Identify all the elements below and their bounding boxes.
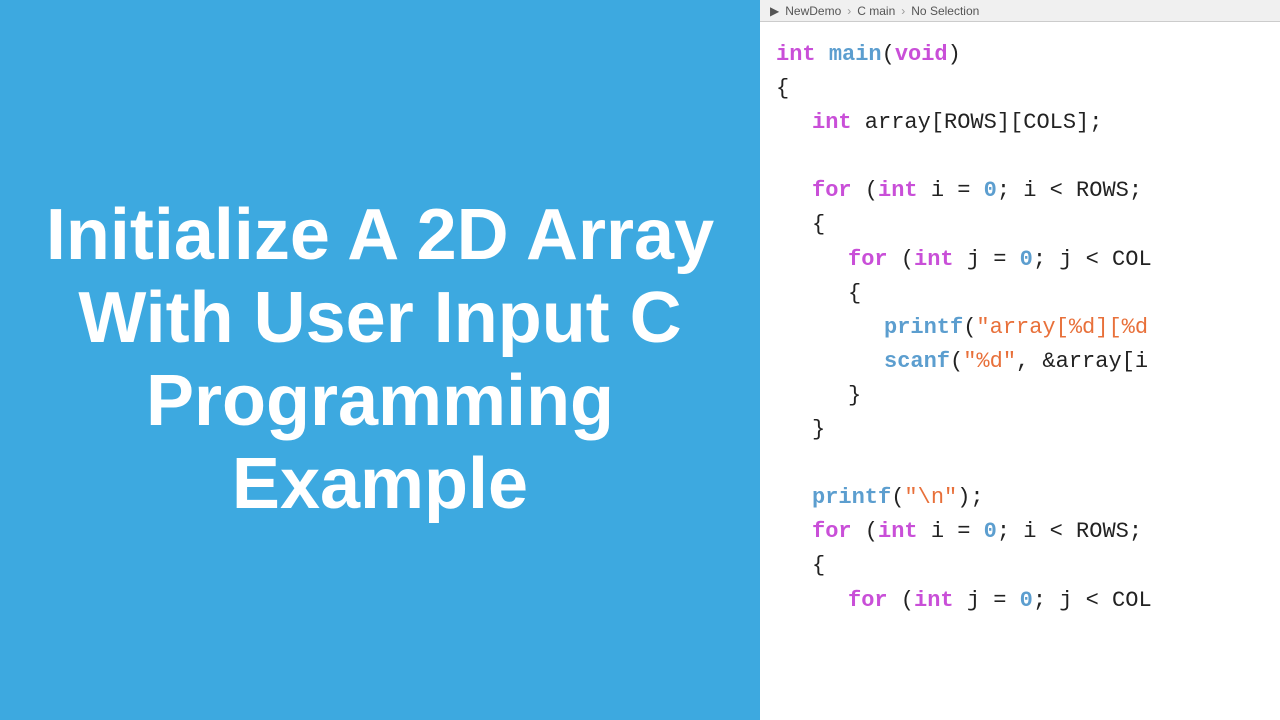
- code-line-17: for (int j = 0; j < COL: [776, 584, 1280, 618]
- right-panel: ▶ NewDemo › C main › No Selection int ma…: [760, 0, 1280, 720]
- file-name: C main: [857, 4, 895, 18]
- code-line-8: {: [776, 277, 1280, 311]
- code-line-6: {: [776, 208, 1280, 242]
- editor-header: ▶ NewDemo › C main › No Selection: [760, 0, 1280, 22]
- code-line-5: for (int i = 0; i < ROWS;: [776, 174, 1280, 208]
- code-line-14: printf("\n");: [776, 481, 1280, 515]
- code-line-4: [776, 140, 1280, 174]
- code-line-12: }: [776, 413, 1280, 447]
- code-line-3: int array[ROWS][COLS];: [776, 106, 1280, 140]
- code-line-2: {: [776, 72, 1280, 106]
- left-panel: Initialize A 2D Array With User Input C …: [0, 0, 760, 720]
- code-line-10: scanf("%d", &array[i: [776, 345, 1280, 379]
- code-area: int main(void) { int array[ROWS][COLS]; …: [760, 22, 1280, 720]
- editor-icon: ▶: [770, 4, 779, 18]
- selection-status: No Selection: [911, 4, 979, 18]
- code-line-9: printf("array[%d][%d: [776, 311, 1280, 345]
- project-name: NewDemo: [785, 4, 841, 18]
- code-line-11: }: [776, 379, 1280, 413]
- code-line-15: for (int i = 0; i < ROWS;: [776, 515, 1280, 549]
- code-line-7: for (int j = 0; j < COL: [776, 243, 1280, 277]
- code-line-16: {: [776, 549, 1280, 583]
- code-line-13: [776, 447, 1280, 481]
- separator2: ›: [901, 4, 905, 18]
- title-text: Initialize A 2D Array With User Input C …: [40, 194, 720, 525]
- code-line-1: int main(void): [776, 38, 1280, 72]
- separator1: ›: [847, 4, 851, 18]
